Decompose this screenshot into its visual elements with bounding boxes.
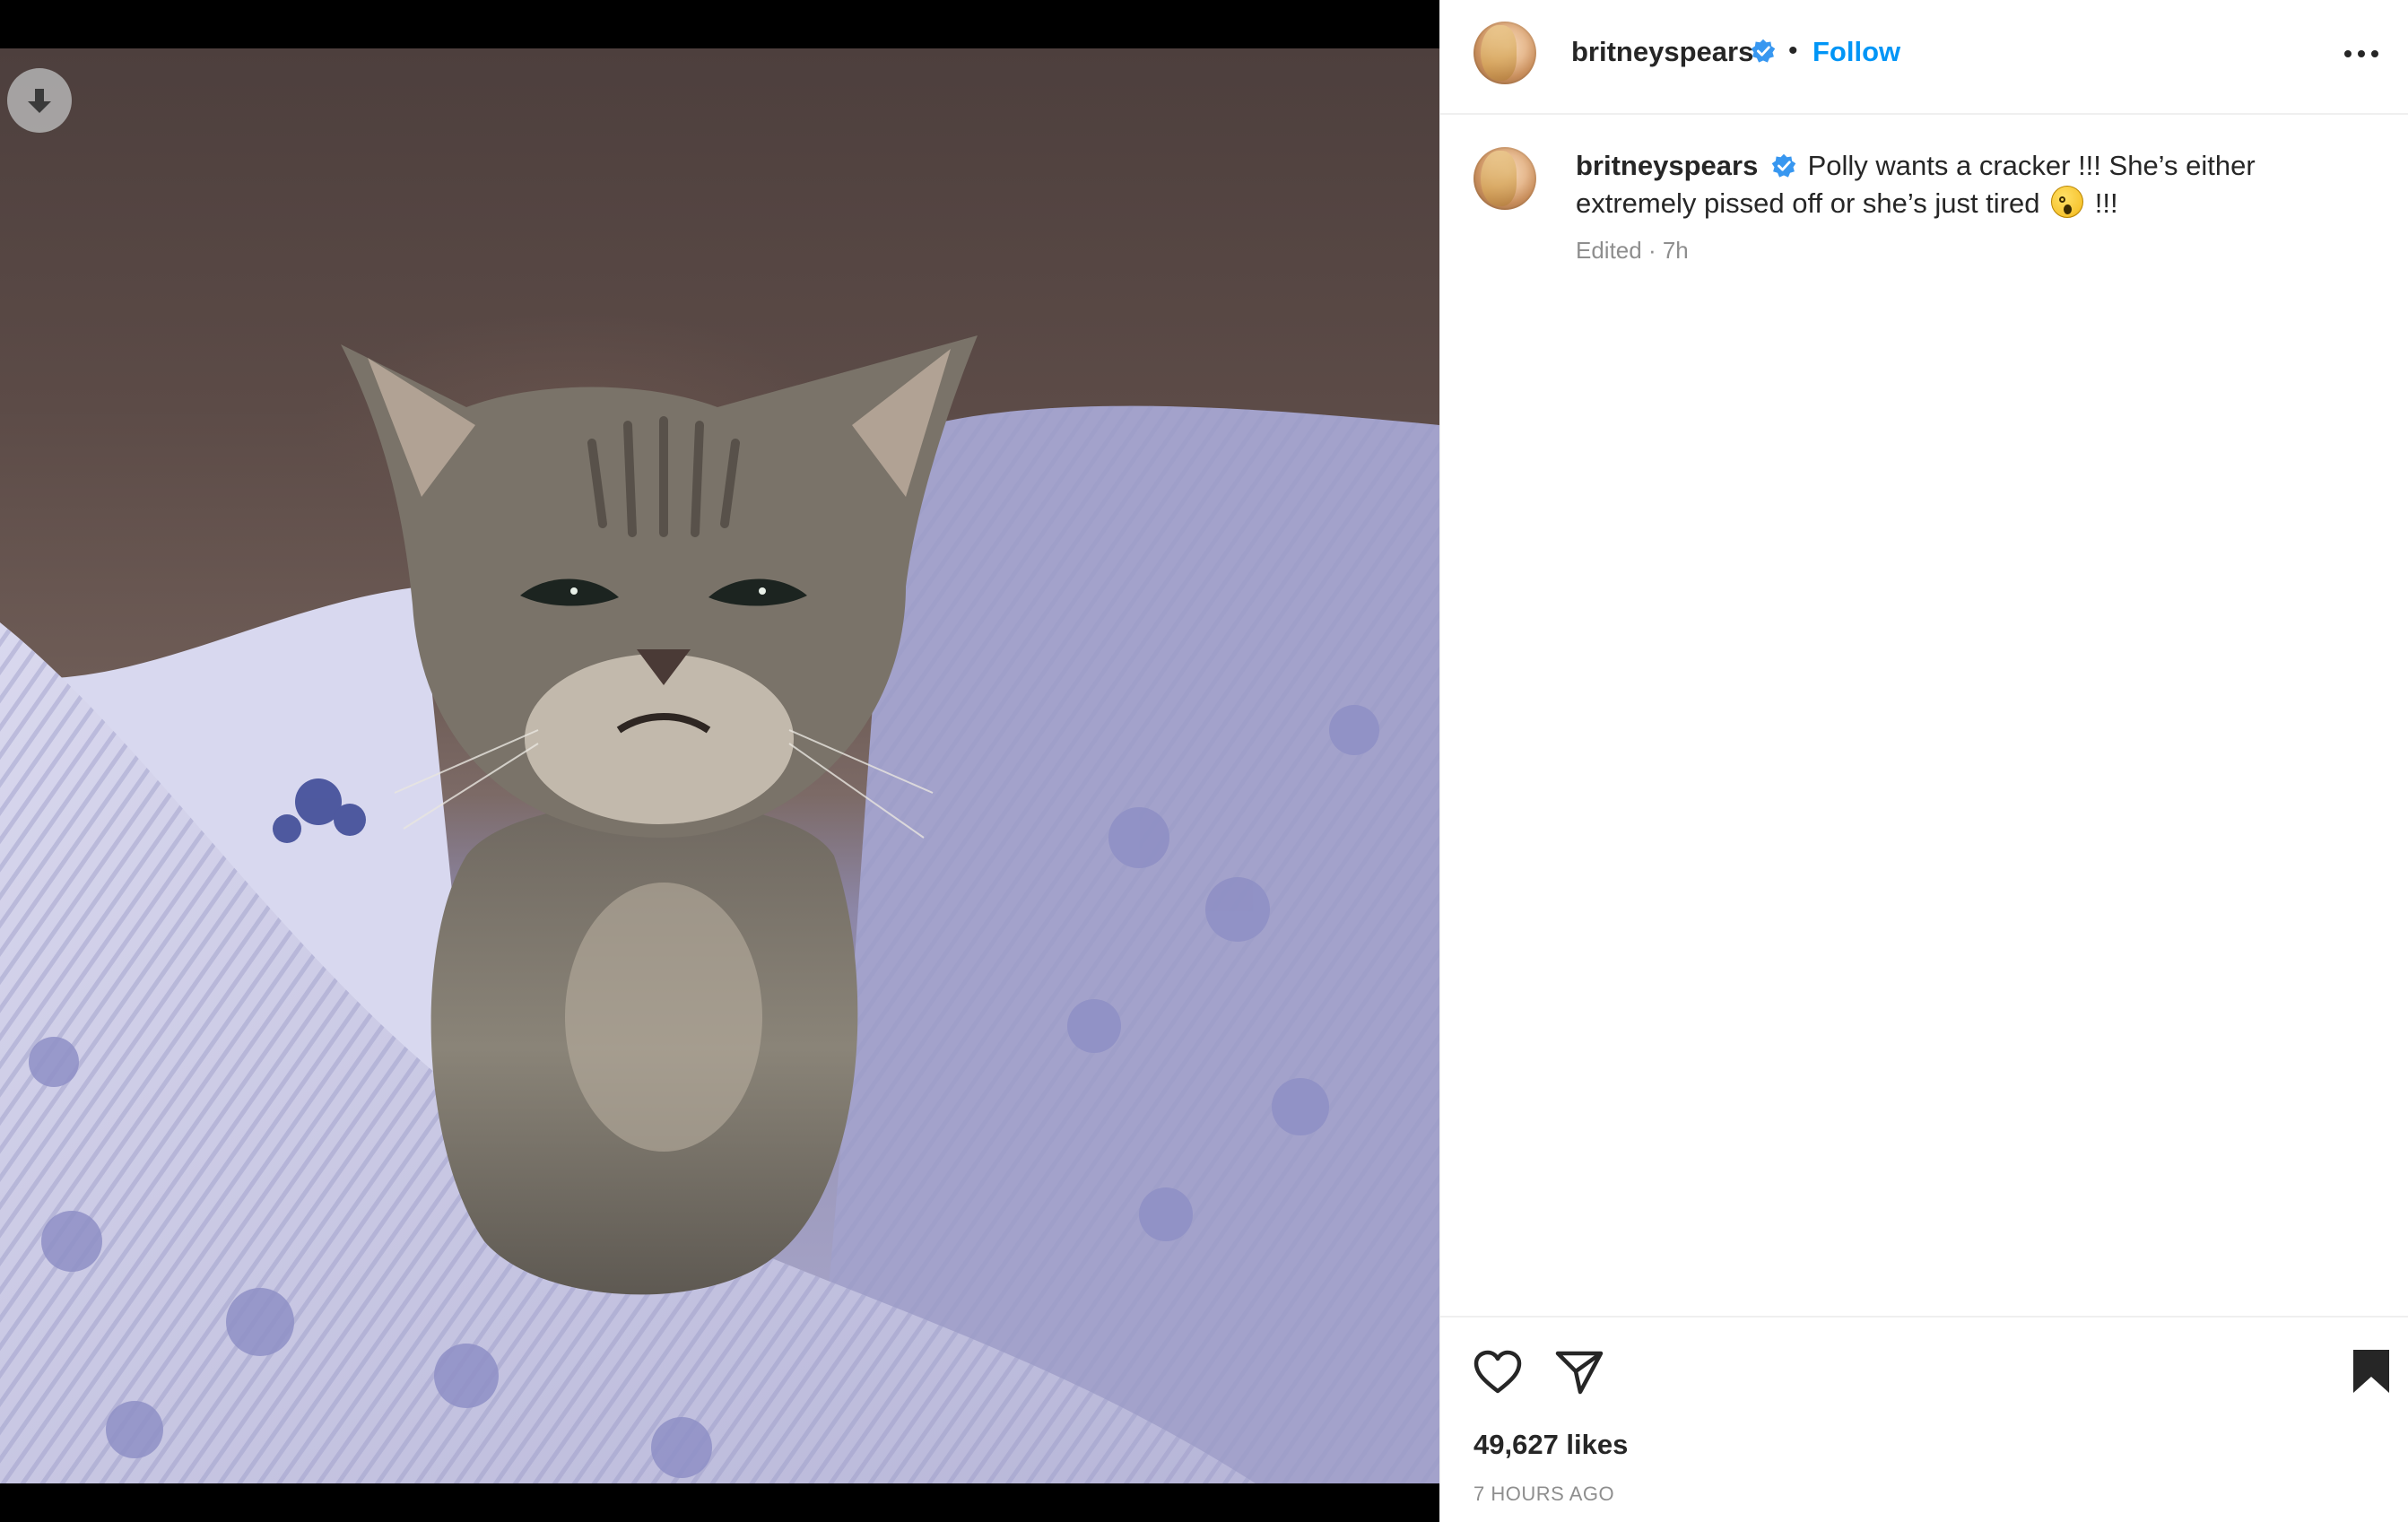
caption-suffix: !!! <box>2094 187 2118 219</box>
verified-badge-icon <box>1771 153 1796 178</box>
follow-button[interactable]: Follow <box>1813 36 1900 68</box>
sleepy-face-emoji-icon <box>2051 186 2084 218</box>
paper-plane-icon[interactable] <box>1555 1350 1604 1395</box>
post-media-pane <box>0 0 1439 1522</box>
author-avatar[interactable] <box>1473 22 1536 84</box>
post-timestamp[interactable]: 7 HOURS AGO <box>1473 1483 1614 1506</box>
caption-username[interactable]: britneyspears <box>1576 150 1758 181</box>
heart-outline-icon[interactable] <box>1473 1350 1522 1395</box>
likes-count[interactable]: 49,627 likes <box>1473 1429 1628 1461</box>
post-caption: britneyspears Polly wants a cracker !!! … <box>1576 147 2383 222</box>
post-side-panel: britneyspears • Follow britneyspears Pol… <box>1439 0 2408 1522</box>
verified-badge-icon <box>1751 39 1776 63</box>
kitten-photo-illustration <box>0 335 1439 1483</box>
more-options-button[interactable] <box>2336 32 2386 75</box>
header-separator-dot: • <box>1788 36 1798 65</box>
author-username[interactable]: britneyspears <box>1571 36 1753 68</box>
meta-separator: · <box>1641 237 1663 264</box>
bookmark-filled-icon[interactable] <box>2351 1348 2391 1395</box>
post-header: britneyspears • Follow <box>1440 0 2408 115</box>
post-actions-bar: 49,627 likes 7 HOURS AGO <box>1440 1316 2408 1522</box>
more-horizontal-icon <box>2344 50 2378 57</box>
download-button[interactable] <box>7 68 72 133</box>
post-age[interactable]: 7h <box>1663 237 1689 264</box>
post-photo[interactable] <box>0 48 1439 1483</box>
caption-meta: Edited · 7h <box>1576 237 1689 265</box>
caption-avatar[interactable] <box>1473 147 1536 210</box>
arrow-down-icon <box>28 89 51 113</box>
edited-label: Edited <box>1576 237 1642 264</box>
